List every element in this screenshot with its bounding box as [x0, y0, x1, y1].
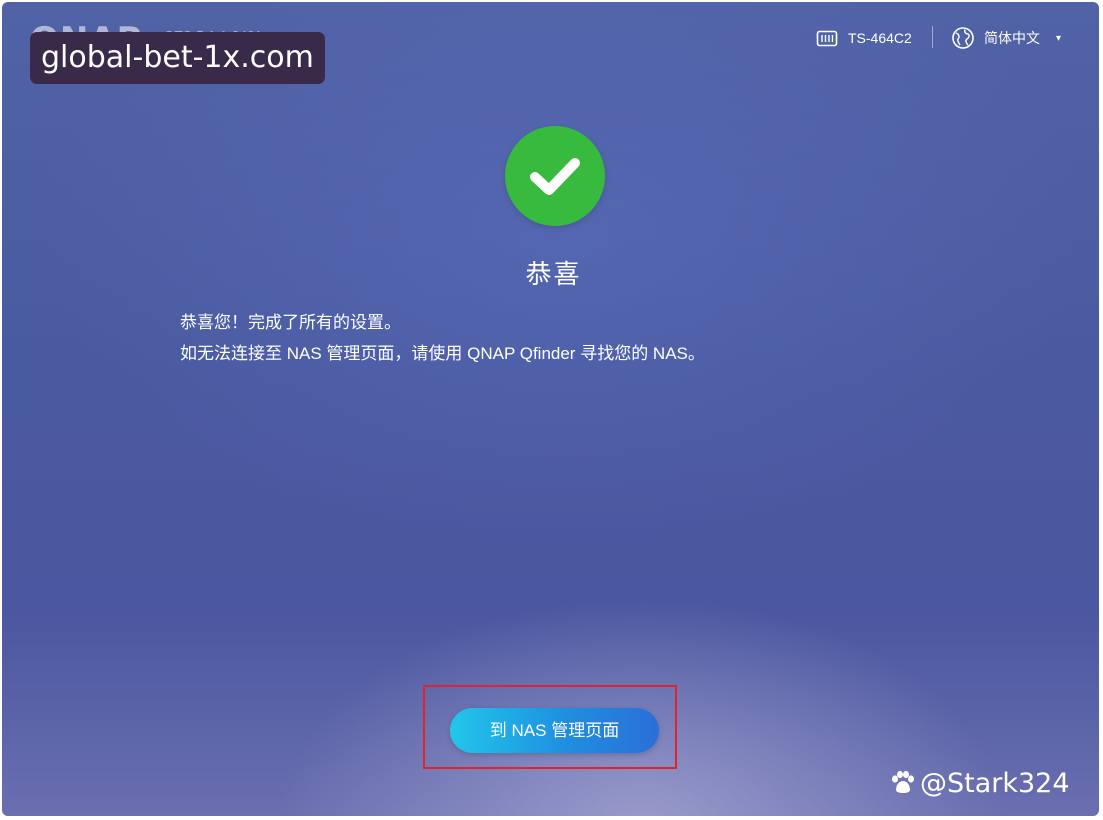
- success-icon: [505, 126, 605, 226]
- device-name: TS-464C2: [848, 30, 912, 46]
- page-title: 恭喜: [525, 259, 582, 289]
- nas-device-icon: [816, 30, 838, 47]
- language-selector[interactable]: 简体中文 ▾: [951, 24, 1061, 52]
- device-info: TS-464C2: [816, 24, 912, 52]
- paw-icon: [892, 770, 914, 793]
- header-divider: [932, 26, 933, 48]
- credit-text: @Stark324: [920, 767, 1070, 799]
- check-icon: [530, 158, 580, 195]
- watermark: global-bet-1x.com: [30, 32, 325, 84]
- chevron-down-icon: ▾: [1056, 32, 1062, 44]
- language-label: 简体中文: [984, 30, 1040, 46]
- go-to-nas-management-button[interactable]: 到 NAS 管理页面: [450, 708, 659, 753]
- message-line-1: 恭喜您！完成了所有的设置。: [180, 313, 401, 332]
- completion-message: 恭喜您！完成了所有的设置。 如无法连接至 NAS 管理页面，请使用 QNAP Q…: [180, 307, 705, 369]
- author-credit: @Stark324: [888, 763, 1070, 803]
- globe-icon: [952, 27, 974, 49]
- message-line-2: 如无法连接至 NAS 管理页面，请使用 QNAP Qfinder 寻找您的 NA…: [180, 344, 705, 363]
- setup-complete-screen: QNAP QTS 5.1.1.2491 TS-464C2 简体中文 ▾: [2, 2, 1099, 816]
